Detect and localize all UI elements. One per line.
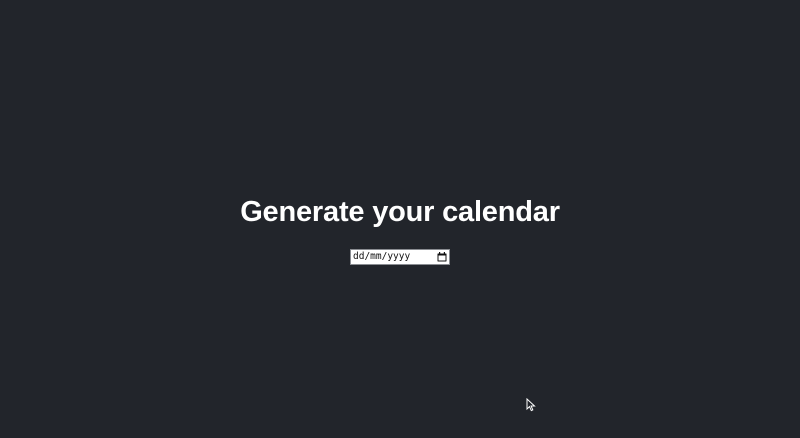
calendar-icon[interactable]: [436, 252, 447, 263]
mouse-pointer-icon: [526, 397, 536, 412]
date-input-placeholder: dd/mm/yyyy: [353, 251, 411, 262]
date-input[interactable]: dd/mm/yyyy: [350, 249, 450, 265]
page-title: Generate your calendar: [240, 196, 560, 228]
main-content: Generate your calendar dd/mm/yyyy: [0, 194, 800, 265]
